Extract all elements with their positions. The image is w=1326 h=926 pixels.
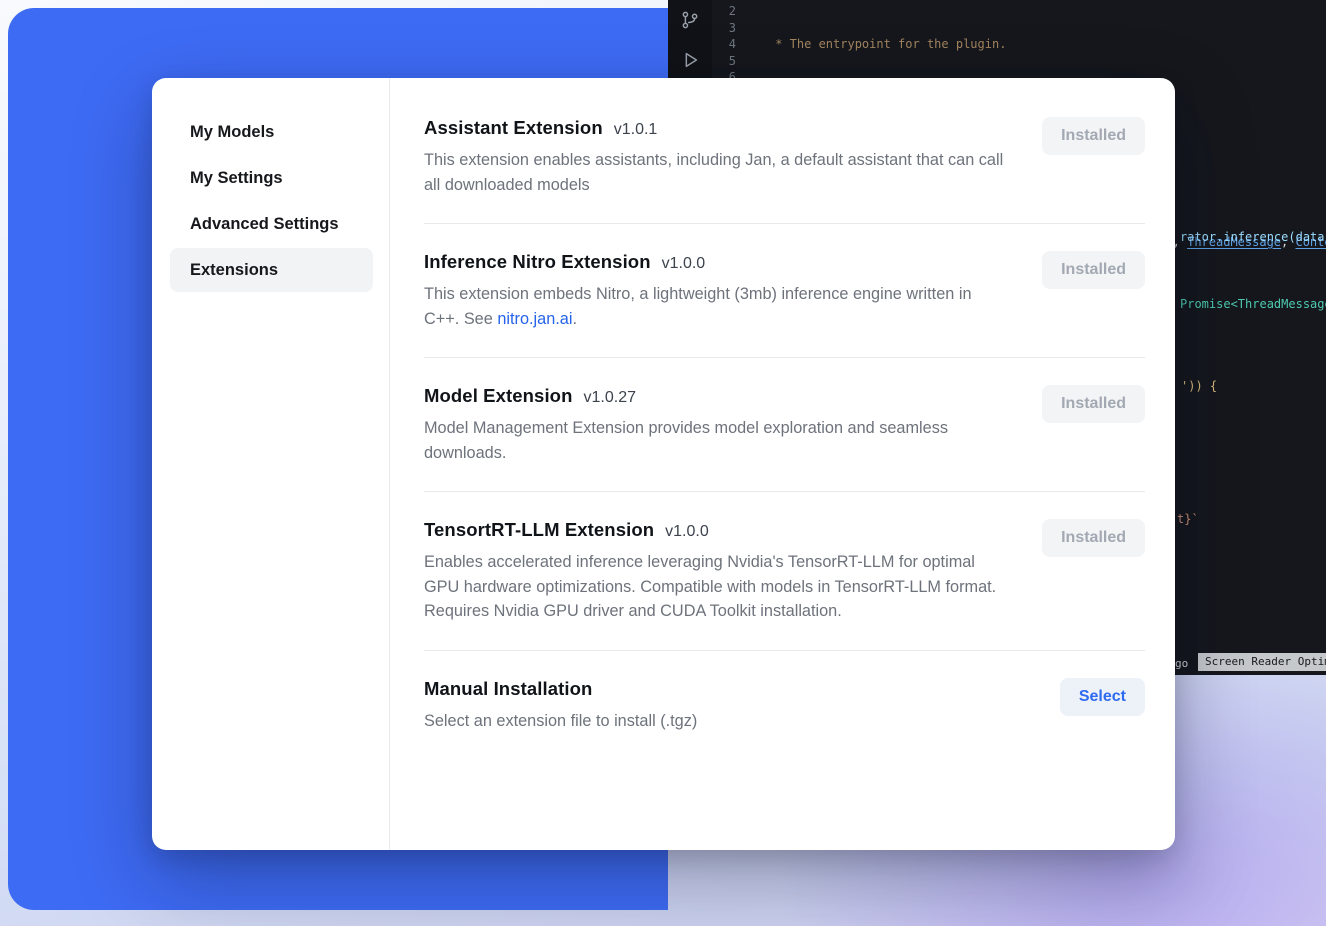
code-fragment: t}` — [1177, 511, 1199, 528]
installed-button[interactable]: Installed — [1042, 385, 1145, 423]
extension-info: Model Extension v1.0.27 Model Management… — [424, 385, 1009, 465]
installed-button[interactable]: Installed — [1042, 519, 1145, 557]
code-fragment: ')) { — [1181, 378, 1217, 395]
installed-button[interactable]: Installed — [1042, 117, 1145, 155]
sidebar-item-my-models[interactable]: My Models — [170, 110, 373, 154]
extension-row-tensorrt: TensortRT-LLM Extension v1.0.0 Enables a… — [424, 492, 1145, 651]
extension-row-assistant: Assistant Extension v1.0.1 This extensio… — [424, 90, 1145, 224]
sidebar-item-my-settings[interactable]: My Settings — [170, 156, 373, 200]
extension-version: v1.0.1 — [614, 121, 658, 139]
extension-version: v1.0.27 — [584, 389, 636, 407]
extension-row-nitro: Inference Nitro Extension v1.0.0 This ex… — [424, 224, 1145, 358]
extension-info: Inference Nitro Extension v1.0.0 This ex… — [424, 251, 1009, 331]
code-fragment: Promise<ThreadMessage> — [1180, 296, 1326, 313]
installed-button[interactable]: Installed — [1042, 251, 1145, 289]
extension-version: v1.0.0 — [665, 523, 709, 541]
statusbar-text: go — [1175, 657, 1188, 671]
extension-info: Manual Installation Select an extension … — [424, 678, 1009, 734]
screenshot-stage: 23456 * The entrypoint for the plugin. *… — [0, 0, 1326, 926]
extension-row-model: Model Extension v1.0.27 Model Management… — [424, 358, 1145, 492]
sidebar-item-advanced-settings[interactable]: Advanced Settings — [170, 202, 373, 246]
nitro-jan-ai-link[interactable]: nitro.jan.ai — [497, 310, 572, 328]
code-fragment: rator.inference(data)); — [1180, 229, 1326, 246]
extensions-list: Assistant Extension v1.0.1 This extensio… — [390, 78, 1175, 850]
screen-reader-optimized-button[interactable]: Screen Reader Optimized — [1198, 653, 1326, 671]
description-text: . — [572, 310, 577, 328]
extension-description: Enables accelerated inference leveraging… — [424, 550, 1009, 624]
extension-info: TensortRT-LLM Extension v1.0.0 Enables a… — [424, 519, 1009, 624]
editor-gutter: 23456 — [704, 3, 736, 86]
extension-title: Inference Nitro Extension — [424, 251, 651, 273]
extension-version: v1.0.0 — [662, 255, 706, 273]
manual-installation-row: Manual Installation Select an extension … — [424, 651, 1145, 760]
extension-description: This extension embeds Nitro, a lightweig… — [424, 282, 1009, 331]
select-file-button[interactable]: Select — [1060, 678, 1145, 716]
extension-description: Model Management Extension provides mode… — [424, 416, 1009, 465]
settings-modal: My Models My Settings Advanced Settings … — [152, 78, 1175, 850]
extension-description: This extension enables assistants, inclu… — [424, 148, 1009, 197]
extension-info: Assistant Extension v1.0.1 This extensio… — [424, 117, 1009, 197]
manual-installation-title: Manual Installation — [424, 678, 592, 700]
extension-title: Model Extension — [424, 385, 573, 407]
extension-title: Assistant Extension — [424, 117, 603, 139]
settings-sidebar: My Models My Settings Advanced Settings … — [152, 78, 390, 850]
extension-title: TensortRT-LLM Extension — [424, 519, 654, 541]
sidebar-item-extensions[interactable]: Extensions — [170, 248, 373, 292]
code-line: * The entrypoint for the plugin. — [768, 36, 1326, 53]
manual-installation-description: Select an extension file to install (.tg… — [424, 709, 1009, 734]
